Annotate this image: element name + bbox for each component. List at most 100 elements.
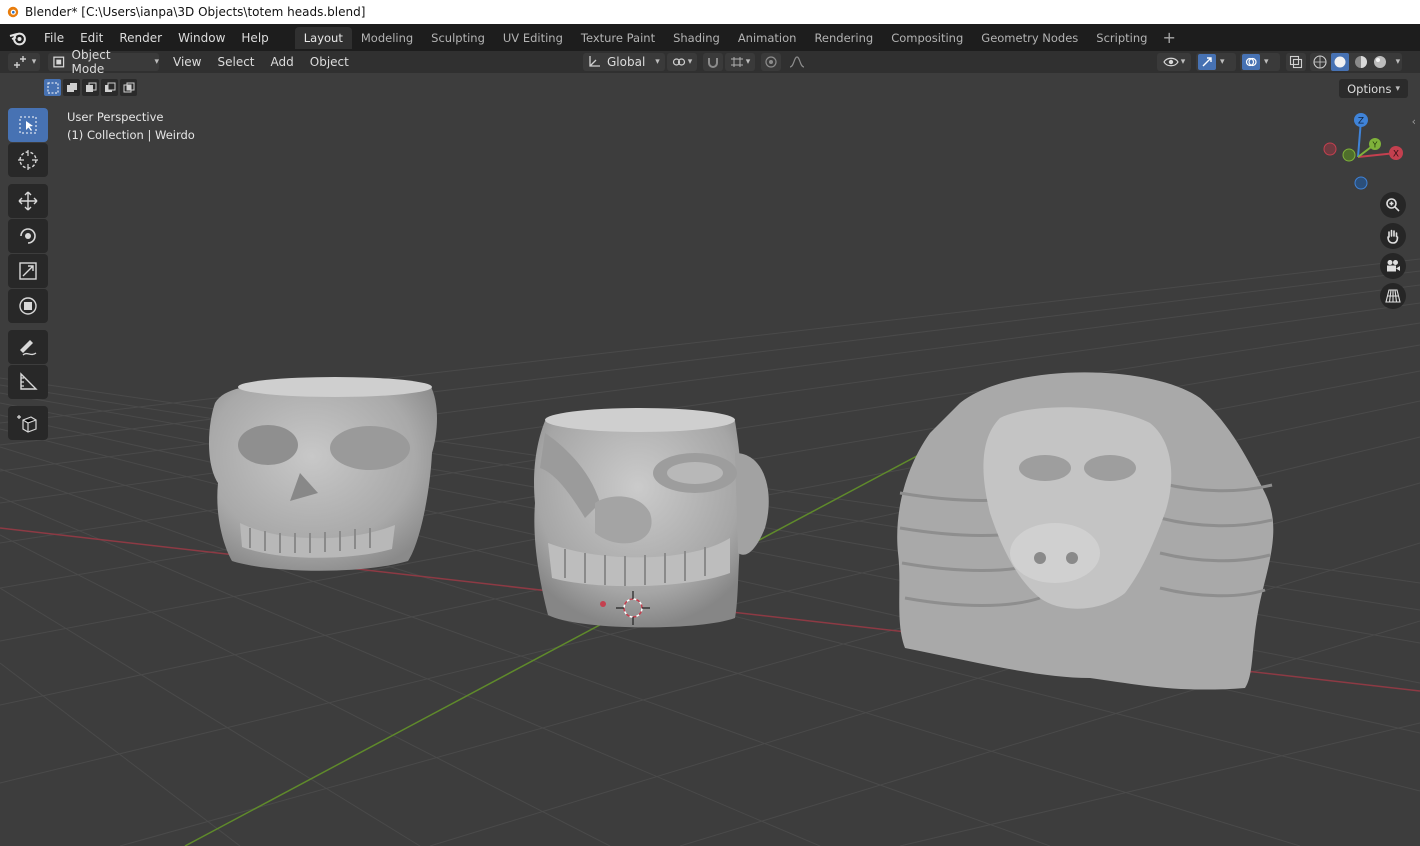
tab-rendering[interactable]: Rendering (805, 27, 882, 49)
tab-compositing[interactable]: Compositing (882, 27, 972, 49)
options-label: Options (1347, 81, 1392, 96)
left-toolbar (8, 108, 50, 441)
overlays-toggle[interactable]: ▾ (1240, 53, 1280, 71)
x-axis-label: X (1393, 150, 1399, 160)
select-subtract-icon[interactable] (82, 79, 99, 96)
gizmo-icon (1198, 54, 1216, 70)
select-extend-icon[interactable] (63, 79, 80, 96)
y-axis-label: Y (1372, 141, 1378, 150)
serpent-head-object[interactable] (897, 372, 1274, 690)
selection-mode-row (44, 79, 137, 96)
tab-texture-paint[interactable]: Texture Paint (572, 27, 664, 49)
select-box-icon[interactable] (8, 108, 48, 142)
material-shading-icon[interactable] (1353, 54, 1369, 70)
transform-icon[interactable] (8, 289, 48, 323)
tab-layout[interactable]: Layout (294, 26, 352, 49)
xray-icon (1289, 55, 1303, 69)
add-workspace-button[interactable]: + (1156, 28, 1181, 47)
top-bar: File Edit Render Window Help Layout Mode… (0, 24, 1420, 51)
visibility-dropdown[interactable]: ▾ (1157, 53, 1191, 71)
rotate-icon[interactable] (8, 219, 48, 253)
neg-z-axis-handle[interactable] (1354, 176, 1368, 190)
chevron-down-icon: ▾ (154, 57, 159, 67)
orientation-axes-icon (589, 56, 600, 67)
menu-file[interactable]: File (36, 27, 72, 49)
chevron-down-icon: ▾ (1395, 57, 1401, 67)
tiki-mug-object[interactable] (534, 408, 769, 628)
collection-label: (1) Collection | Weirdo (67, 128, 195, 142)
editor-type-icon (13, 56, 26, 68)
chevron-down-icon: ▾ (745, 57, 751, 67)
sidebar-expand-icon[interactable]: ‹ (1412, 115, 1416, 128)
rendered-shading-icon[interactable] (1372, 54, 1388, 70)
tab-modeling[interactable]: Modeling (352, 27, 422, 49)
menu-help[interactable]: Help (233, 27, 276, 49)
skull-mug-object[interactable] (209, 377, 437, 571)
tab-geometry-nodes[interactable]: Geometry Nodes (972, 27, 1087, 49)
camera-icon[interactable] (1380, 253, 1406, 279)
options-button[interactable]: Options ▾ (1339, 79, 1408, 98)
perspective-label: User Perspective (67, 110, 164, 124)
chevron-down-icon: ▾ (655, 57, 660, 67)
header-menu-select[interactable]: Select (209, 55, 262, 69)
tab-scripting[interactable]: Scripting (1087, 27, 1156, 49)
3d-viewport[interactable]: User Perspective (1) Collection | Weirdo… (0, 73, 1420, 846)
header-menu-view[interactable]: View (165, 55, 209, 69)
header-menu-add[interactable]: Add (263, 55, 302, 69)
mode-selector[interactable]: Object Mode ▾ (48, 48, 159, 76)
chevron-down-icon: ▾ (1264, 57, 1269, 67)
tab-animation[interactable]: Animation (729, 27, 806, 49)
move-icon[interactable] (8, 184, 48, 218)
hand-pan-icon[interactable] (1380, 223, 1406, 249)
menu-edit[interactable]: Edit (72, 27, 111, 49)
snap-increment-icon (730, 57, 743, 67)
tab-uv-editing[interactable]: UV Editing (494, 27, 572, 49)
shading-mode-group: ▾ (1310, 53, 1402, 71)
chevron-down-icon: ▾ (1220, 57, 1225, 67)
scale-icon[interactable] (8, 254, 48, 288)
viewport-scene[interactable] (0, 73, 1420, 846)
annotate-icon[interactable] (8, 330, 48, 364)
zoom-icon[interactable] (1380, 192, 1406, 218)
tab-shading[interactable]: Shading (664, 27, 729, 49)
tab-sculpting[interactable]: Sculpting (422, 27, 494, 49)
neg-y-axis-handle[interactable] (1342, 148, 1356, 162)
menu-window[interactable]: Window (170, 27, 233, 49)
header-menu-object[interactable]: Object (302, 55, 357, 69)
navigation-gizmo[interactable]: Z X Y (1316, 111, 1406, 195)
object-mode-icon (53, 56, 65, 68)
grid-perspective-icon[interactable] (1380, 283, 1406, 309)
solid-shading-icon[interactable] (1331, 53, 1350, 71)
editor-type-button[interactable]: ▾ (8, 53, 40, 71)
neg-x-axis-handle[interactable] (1323, 142, 1337, 156)
chevron-down-icon: ▾ (1395, 83, 1400, 94)
snap-target-dropdown[interactable]: ▾ (725, 53, 755, 71)
gizmo-toggle[interactable]: ▾ (1196, 53, 1236, 71)
select-difference-icon[interactable] (101, 79, 118, 96)
proportional-edit-toggle[interactable] (761, 53, 781, 71)
xray-toggle[interactable] (1286, 53, 1306, 71)
transform-orientation-dropdown[interactable]: Global ▾ (583, 53, 665, 71)
z-axis-label: Z (1358, 117, 1364, 127)
select-new-icon[interactable] (44, 79, 61, 96)
eye-icon (1163, 57, 1179, 67)
blender-logo-icon[interactable] (7, 27, 29, 49)
wireframe-shading-icon[interactable] (1312, 54, 1328, 70)
measure-icon[interactable] (8, 365, 48, 399)
magnet-icon (708, 58, 718, 68)
menu-render[interactable]: Render (111, 27, 170, 49)
viewport-header: ▾ Object Mode ▾ View Select Add Object G… (0, 48, 1420, 76)
chevron-down-icon: ▾ (31, 57, 37, 67)
chevron-down-icon: ▾ (1180, 57, 1186, 67)
pivot-point-dropdown[interactable]: ▾ (667, 53, 697, 71)
proportional-edit-icon (765, 56, 777, 68)
falloff-dropdown[interactable] (783, 53, 811, 71)
select-intersect-icon[interactable] (120, 79, 137, 96)
add-cube-icon[interactable] (8, 406, 48, 440)
pivot-link-icon (672, 58, 685, 66)
snap-toggle[interactable] (703, 53, 723, 71)
window-titlebar: Blender* [C:\Users\ianpa\3D Objects\tote… (0, 0, 1420, 24)
blender-app-icon (7, 6, 19, 18)
mode-label: Object Mode (71, 48, 111, 76)
cursor-icon[interactable] (8, 143, 48, 177)
